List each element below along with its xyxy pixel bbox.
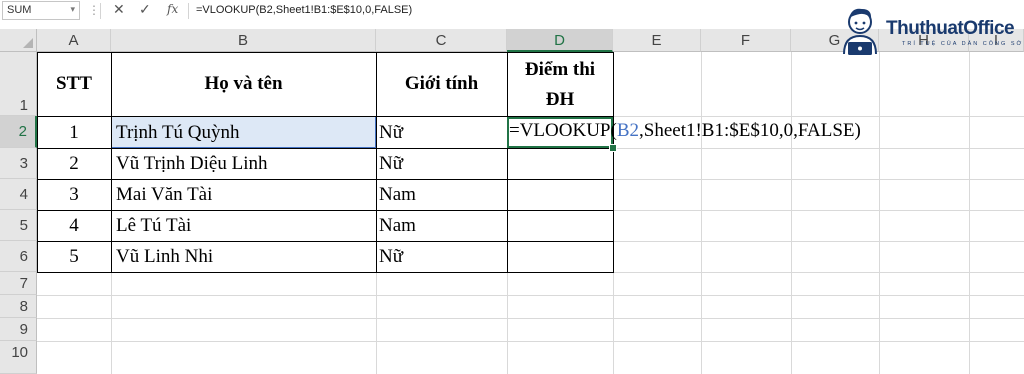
gridline — [701, 52, 702, 374]
logo-name: ThuthuatOffice — [886, 18, 1015, 39]
logo-tagline: TRÍ TUỆ CỦA DÂN CÔNG SỞ — [902, 41, 1024, 47]
cell-gender[interactable]: Nam — [379, 179, 505, 210]
row-header-2[interactable]: 2 — [0, 116, 37, 148]
row-header-8[interactable]: 8 — [0, 295, 37, 318]
row-header-9[interactable]: 9 — [0, 318, 37, 341]
name-box[interactable]: SUM ▾ — [2, 1, 80, 20]
thuthuatoffice-logo: ThuthuatOffice TRÍ TUỆ CỦA DÂN CÔNG SỞ — [836, 4, 1024, 58]
header-cell-name[interactable]: Họ và tên — [111, 52, 376, 116]
formula-reference: B2 — [616, 120, 640, 141]
column-header-e[interactable]: E — [613, 29, 701, 52]
cell-gender[interactable]: Nữ — [379, 148, 505, 179]
cell-stt[interactable]: 4 — [37, 210, 111, 241]
insert-function-icon[interactable]: fx — [167, 2, 178, 16]
row-header-5[interactable]: 5 — [0, 210, 37, 241]
cell-name[interactable]: Mai Văn Tài — [116, 179, 374, 210]
gridline — [879, 52, 880, 374]
table-border — [613, 52, 614, 272]
cell-gender[interactable]: Nữ — [379, 117, 505, 148]
row-header-7[interactable]: 7 — [0, 272, 37, 295]
select-all-triangle-icon — [23, 38, 33, 48]
column-header-c[interactable]: C — [376, 29, 507, 52]
active-cell-formula[interactable]: =VLOOKUP(B2,Sheet1!B1:$E$10,0,FALSE) — [509, 120, 861, 142]
cell-name[interactable]: Vũ Linh Nhi — [116, 241, 374, 272]
formula-input[interactable]: =VLOOKUP(B2,Sheet1!B1:$E$10,0,FALSE) — [196, 4, 412, 16]
cancel-icon[interactable]: ✕ — [113, 1, 125, 18]
gridline — [791, 52, 792, 374]
header-cell-stt[interactable]: STT — [37, 52, 111, 116]
name-box-value: SUM — [7, 4, 32, 16]
cell-stt[interactable]: 5 — [37, 241, 111, 272]
column-header-d[interactable]: D — [507, 29, 613, 52]
cell-stt[interactable]: 3 — [37, 179, 111, 210]
enter-icon[interactable]: ✓ — [139, 1, 151, 18]
gridline — [37, 318, 1024, 319]
gridline — [969, 52, 970, 374]
column-header-a[interactable]: A — [37, 29, 111, 52]
column-header-f[interactable]: F — [701, 29, 791, 52]
row-header-10[interactable]: 10 — [0, 341, 37, 374]
table-border — [507, 52, 508, 272]
formula-prefix: =VLOOKUP( — [509, 120, 617, 141]
mascot-icon — [843, 8, 877, 55]
header-cell-score-line1[interactable]: Điểm thi — [507, 56, 613, 84]
cell-name[interactable]: Trịnh Tú Quỳnh — [116, 117, 374, 148]
cell-name[interactable]: Vũ Trịnh Diệu Linh — [116, 148, 374, 179]
name-box-dropdown-icon[interactable]: ▾ — [70, 4, 75, 15]
header-cell-gender[interactable]: Giới tính — [376, 52, 507, 116]
row-header-6[interactable]: 6 — [0, 241, 37, 272]
cell-gender[interactable]: Nam — [379, 210, 505, 241]
gridline — [37, 341, 1024, 342]
formula-bar-separator — [188, 3, 189, 19]
cell-gender[interactable]: Nữ — [379, 241, 505, 272]
formula-suffix: ,Sheet1!B1:$E$10,0,FALSE) — [639, 120, 861, 141]
cell-stt[interactable]: 1 — [37, 117, 111, 148]
row-header-4[interactable]: 4 — [0, 179, 37, 210]
header-cell-score-line2[interactable]: ĐH — [507, 86, 613, 114]
row-header-3[interactable]: 3 — [0, 148, 37, 179]
table-border — [37, 272, 614, 273]
column-header-b[interactable]: B — [111, 29, 376, 52]
row-header-1[interactable]: 1 — [0, 52, 37, 116]
formula-bar-separator — [100, 3, 101, 19]
select-all-button[interactable] — [0, 29, 37, 52]
formula-bar-grip-icon[interactable]: ⋮ — [88, 3, 100, 17]
cell-stt[interactable]: 2 — [37, 148, 111, 179]
gridline — [37, 295, 1024, 296]
cell-name[interactable]: Lê Tú Tài — [116, 210, 374, 241]
fill-handle[interactable] — [609, 144, 617, 152]
